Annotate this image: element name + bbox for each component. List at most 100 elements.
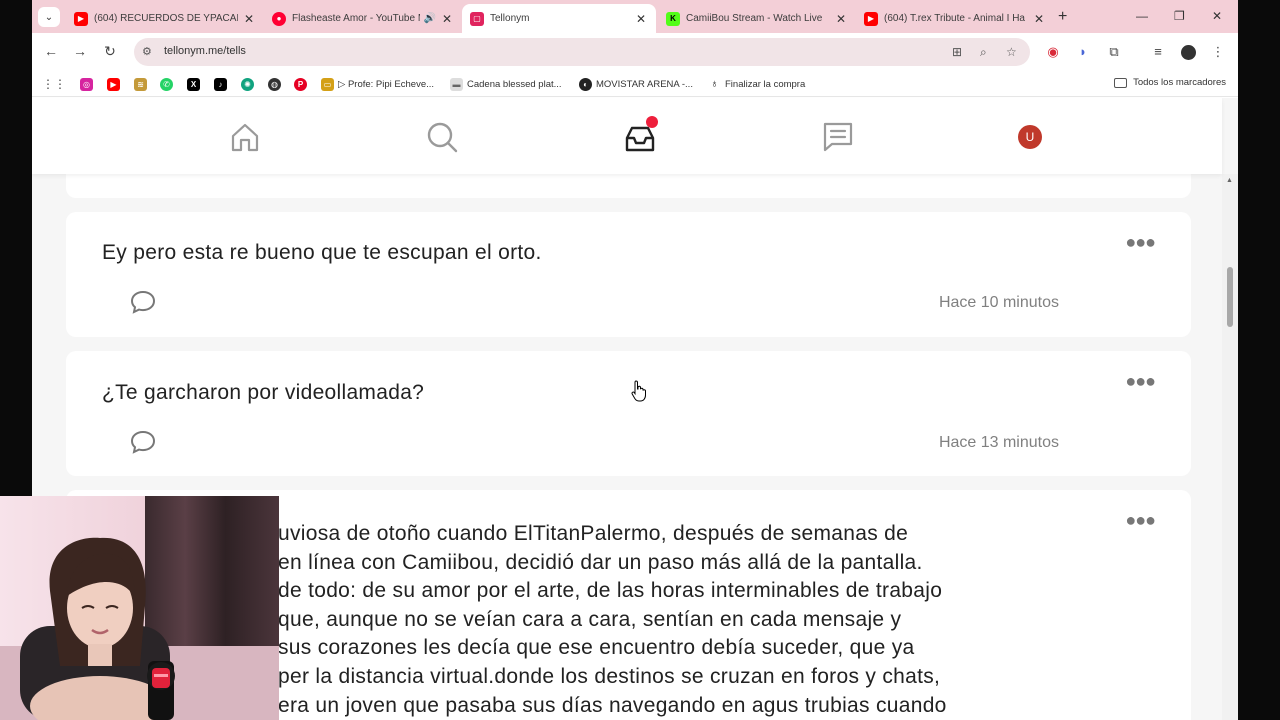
bookmarks-bar: ⋮⋮ ◎ ▶ ≋ ✆ X ♪ ✺ ◍ P ▭ ▷ Profe: Pipi Ech… [32,71,1238,97]
all-bookmarks-button[interactable]: Todos los marcadores [1114,77,1226,88]
bookmark-finalizar-compra[interactable]: ♁ Finalizar la compra [708,77,805,91]
bookmark-chatgpt[interactable]: ✺ [241,77,254,91]
tellonym-icon: ▢ [470,11,484,26]
page-scrollbar[interactable]: ▲ [1222,174,1238,720]
apps-grid-icon[interactable]: ⋮⋮ [42,77,66,91]
bookmark-icon: ◍ [268,77,281,91]
right-screen-border [1238,0,1280,720]
zoom-icon[interactable]: ⌕ [980,45,987,60]
tell-timestamp: Hace 13 minutos [938,434,1059,451]
bookmark-pinterest[interactable]: P [294,77,307,91]
extension-red-icon[interactable]: ◉ [1045,44,1061,60]
chatgpt-icon: ✺ [241,77,254,91]
bookmark-tiktok[interactable]: ♪ [214,77,227,91]
bookmark-cadena-blessed[interactable]: ▬ Cadena blessed plat... [450,77,562,91]
plus-icon: + [1058,8,1068,25]
story-text: uviosa de otoño cuando ElTitanPalermo, d… [278,522,947,717]
site-top-nav: U [32,98,1222,174]
movistar-icon: ◐ [579,77,592,91]
chat-icon [823,122,853,152]
home-nav-button[interactable] [228,120,262,154]
tell-text: ¿Te garcharon por videollamada? [102,381,425,404]
restore-button[interactable]: ❐ [1174,9,1185,23]
address-bar[interactable]: ⚙ tellonym.me/tells ⊞ ⌕ ☆ [134,38,1030,66]
tell-card: ¿Te garcharon por videollamada? ●●● Hace… [66,351,1191,476]
url-text[interactable]: tellonym.me/tells [164,45,246,57]
more-options-button[interactable]: ●●● [1125,510,1156,531]
close-icon[interactable]: ✕ [440,12,454,26]
tab-recuerdos[interactable]: ▶ (604) RECUERDOS DE YPACARAI ✕ [66,4,264,33]
comment-icon [130,290,156,314]
media-control-icon[interactable]: ≡ [1150,44,1166,59]
bookmark-instagram[interactable]: ◎ [80,77,93,91]
bookmark-youtube[interactable]: ▶ [107,77,120,91]
instagram-icon: ◎ [80,77,93,91]
close-icon[interactable]: ✕ [834,12,848,26]
star-icon[interactable]: ☆ [1006,45,1017,59]
streamer-webcam-image [0,496,279,720]
more-horizontal-icon: ●●● [1125,510,1156,530]
tell-text: Ey pero esta re bueno que te escupan el … [102,241,542,264]
search-nav-button[interactable] [425,120,459,154]
site-info-icon[interactable]: ⚙ [142,45,152,58]
x-icon: X [187,77,200,91]
youtube-icon: ▶ [74,11,88,26]
tell-timestamp: Hace 10 minutos [938,294,1059,311]
kebab-menu-icon[interactable]: ⋮ [1210,44,1226,60]
more-horizontal-icon: ●●● [1125,232,1156,252]
bookmark-unknown[interactable]: ◍ [268,77,281,91]
bookmark-whatsapp[interactable]: ✆ [160,77,173,91]
home-icon [231,123,259,152]
scroll-up-arrow[interactable]: ▲ [1226,177,1233,184]
speaker-icon[interactable]: 🔊 [424,13,436,24]
new-tab-button[interactable]: + [1058,8,1067,26]
arrow-right-icon: → [73,43,87,59]
messages-nav-button[interactable] [821,120,855,154]
bookmark-wallet[interactable]: ≋ [134,77,147,91]
close-icon[interactable]: ✕ [242,12,256,26]
tab-strip: ⌄ ▶ (604) RECUERDOS DE YPACARAI ✕ ● Flas… [32,0,1238,33]
tab-camiibou-stream[interactable]: K CamiiBou Stream - Watch Live ✕ [658,4,856,33]
bookmark-profe-pipi[interactable]: ▭ ▷ Profe: Pipi Echeve... [321,77,434,91]
search-icon [427,122,458,153]
youtube-music-icon: ● [272,11,286,26]
tab-flasheaste[interactable]: ● Flasheaste Amor - YouTube M 🔊 ✕ [264,4,462,33]
pinterest-icon: P [294,77,307,91]
tiktok-icon: ♪ [214,77,227,91]
translate-icon[interactable]: ⊞ [952,45,962,59]
checkout-icon: ♁ [708,77,721,91]
comment-button[interactable] [130,430,156,459]
wallet-icon: ≋ [134,77,147,91]
tab-search-button[interactable]: ⌄ [38,7,60,27]
bookmark-movistar-arena[interactable]: ◐ MOVISTAR ARENA -... [579,77,693,91]
forward-button[interactable]: → [71,43,89,59]
bookmark-x[interactable]: X [187,77,200,91]
folder-icon: ▭ [321,77,334,91]
back-button[interactable]: ← [42,43,60,59]
extension-wave-icon[interactable]: ◗ [1075,44,1091,59]
more-horizontal-icon: ●●● [1125,371,1156,391]
extensions-puzzle-icon[interactable]: ⧉ [1106,44,1122,60]
scrollbar-thumb[interactable] [1227,267,1233,327]
youtube-icon: ▶ [864,11,878,26]
page-icon: ▬ [450,77,463,91]
more-options-button[interactable]: ●●● [1125,232,1156,253]
avatar: U [1018,125,1042,149]
notification-dot [646,116,658,128]
tab-trex-tribute[interactable]: ▶ (604) T.rex Tribute - Animal I Ha ✕ [856,4,1054,33]
close-icon[interactable]: ✕ [1032,12,1046,26]
close-window-button[interactable]: ✕ [1212,9,1222,23]
profile-nav-button[interactable]: U [1013,120,1047,154]
reload-button[interactable]: ↻ [101,43,119,60]
inbox-nav-button[interactable] [623,116,658,154]
comment-button[interactable] [130,290,156,319]
close-icon[interactable]: ✕ [634,12,648,26]
browser-toolbar: ← → ↻ ⚙ tellonym.me/tells ⊞ ⌕ ☆ ◉ ◗ ⧉ ≡ … [32,33,1238,71]
tab-tellonym[interactable]: ▢ Tellonym ✕ [462,4,656,33]
minimize-button[interactable]: — [1136,9,1148,23]
profile-icon[interactable] [1180,44,1196,61]
more-options-button[interactable]: ●●● [1125,371,1156,392]
whatsapp-icon: ✆ [160,77,173,91]
folder-icon [1114,77,1128,88]
youtube-icon: ▶ [107,77,120,91]
